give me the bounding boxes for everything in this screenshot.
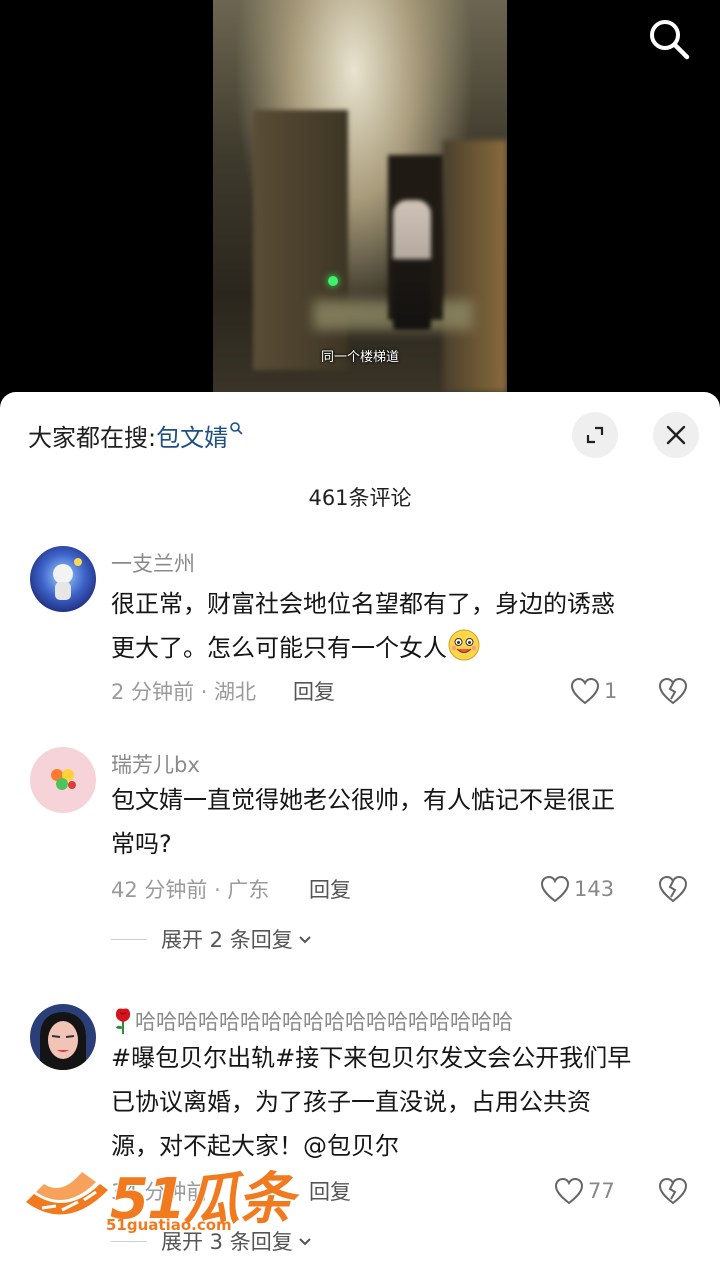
comment-text: 包文婧一直觉得她老公很帅，有人惦记不是很正 常吗?: [111, 778, 691, 866]
search-button[interactable]: [644, 14, 694, 64]
watermelon-logo-icon: [26, 1172, 108, 1215]
comment-username[interactable]: 哈哈哈哈哈哈哈哈哈哈哈哈哈哈哈哈哈哈: [111, 1006, 513, 1036]
divider: [111, 1240, 147, 1242]
comment-username-text: 哈哈哈哈哈哈哈哈哈哈哈哈哈哈哈哈哈哈: [135, 1010, 513, 1034]
search-icon: [650, 20, 690, 60]
video-scene-wall: [253, 110, 348, 370]
comment-text-line: 已协议离婚，为了孩子一直没说，占用公共资: [111, 1088, 591, 1116]
broken-heart-icon: [658, 677, 688, 705]
comment-text-line: 常吗?: [111, 830, 172, 858]
like-button[interactable]: 143: [540, 875, 614, 903]
heart-icon: [570, 677, 600, 705]
comment-meta: 42 分钟前 · 广东: [111, 878, 270, 902]
expand-panel-button[interactable]: [572, 412, 618, 458]
close-icon: [666, 425, 686, 445]
rose-icon: [115, 1008, 131, 1034]
search-small-icon: [230, 422, 243, 435]
video-scene-person: [393, 200, 431, 330]
dislike-button[interactable]: [658, 875, 688, 907]
trending-search-prefix: 大家都在搜:: [28, 424, 157, 452]
like-button[interactable]: 77: [554, 1177, 615, 1205]
video-subtitle: 同一个楼梯道: [320, 350, 399, 365]
comment-text-line: #曝包贝尔出轨#接下来包贝尔发文会公开我们早: [111, 1044, 632, 1072]
reply-button[interactable]: 回复: [293, 676, 335, 706]
avatar[interactable]: [30, 747, 96, 813]
expand-icon: [586, 426, 604, 444]
comment-count: 461条评论: [308, 486, 412, 510]
comment-text-line: 包文婧一直觉得她老公很帅，有人惦记不是很正: [111, 786, 615, 814]
comment-text-line-2: 更大了。怎么可能只有一个女人: [111, 626, 691, 670]
like-button[interactable]: 1: [570, 677, 617, 705]
comment-username[interactable]: 瑞芳儿bx: [111, 749, 200, 779]
dislike-button[interactable]: [658, 1177, 688, 1209]
dislike-button[interactable]: [658, 677, 688, 709]
video-frame[interactable]: 同一个楼梯道: [213, 0, 507, 392]
expand-replies-button[interactable]: 展开 2 条回复: [111, 924, 314, 954]
trending-search[interactable]: 大家都在搜:包文婧: [28, 418, 243, 453]
divider: [111, 938, 147, 940]
comment-text-segment: 更大了。怎么可能只有一个女人: [111, 634, 447, 662]
avatar[interactable]: [30, 1004, 96, 1070]
trending-search-keyword[interactable]: 包文婧: [156, 424, 228, 452]
comment-username[interactable]: 一支兰州: [111, 548, 195, 578]
like-count: 77: [588, 1179, 615, 1203]
video-scene-green-light: [328, 276, 338, 286]
smile-emoji-icon: [448, 629, 480, 661]
reply-button[interactable]: 回复: [309, 874, 351, 904]
broken-heart-icon: [658, 1177, 688, 1205]
chevron-down-icon: [299, 936, 311, 944]
comment-text: #曝包贝尔出轨#接下来包贝尔发文会公开我们早 已协议离婚，为了孩子一直没说，占用…: [111, 1036, 691, 1168]
broken-heart-icon: [658, 875, 688, 903]
avatar[interactable]: [30, 546, 96, 612]
expand-replies-label: 展开 2 条回复: [161, 928, 293, 952]
reply-button[interactable]: 回复: [309, 1176, 351, 1206]
comment-text: 很正常，财富社会地位名望都有了，身边的诱惑 更大了。怎么可能只有一个女人: [111, 582, 691, 670]
heart-icon: [540, 875, 570, 903]
comments-panel: 大家都在搜:包文婧 461条评论 一支兰州 很正常，财富社会地位名望都有了，身边…: [0, 392, 720, 1280]
like-count: 143: [574, 877, 615, 901]
comment-text-line: 很正常，财富社会地位名望都有了，身边的诱惑: [111, 590, 615, 618]
video-player[interactable]: 同一个楼梯道: [0, 0, 720, 400]
comment-meta: 2 分钟前 · 湖北: [111, 680, 257, 704]
watermark-url: 51guatiao.com: [106, 1216, 232, 1234]
chevron-down-icon: [299, 1238, 311, 1246]
heart-icon: [554, 1177, 584, 1205]
like-count: 1: [604, 679, 618, 703]
close-panel-button[interactable]: [653, 412, 699, 458]
watermark-logo: 51瓜条 51guatiao.com: [22, 1158, 295, 1236]
